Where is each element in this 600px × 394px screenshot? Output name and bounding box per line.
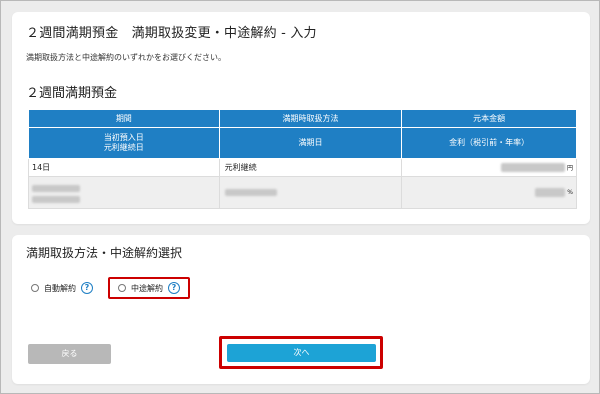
redacted-start-date (32, 184, 80, 192)
cell-maturity-date (218, 176, 403, 209)
selection-title: 満期取扱方法・中途解約選択 (26, 246, 183, 260)
highlight-box (108, 277, 190, 299)
header-deposit-date: 当初預入日 元利継続日 (28, 127, 220, 159)
highlight-box (219, 336, 383, 369)
header-maturity-date: 満期日 (218, 127, 403, 159)
redacted-rate (535, 188, 566, 197)
deposit-info-card: ２週間満期預金 満期取扱変更・中途解約 - 入力 満期取扱方法と中途解約のいずれ… (12, 12, 590, 224)
back-button[interactable]: 戻る (28, 344, 111, 364)
table-row: % (28, 176, 577, 209)
deposit-table: 期間 満期時取扱方法 元本金額 当初預入日 元利継続日 満期日 金利（税引前・年… (28, 109, 577, 209)
page-title: ２週間満期預金 満期取扱変更・中途解約 - 入力 (26, 26, 317, 41)
percent-unit: % (567, 189, 573, 196)
cell-method: 元利継続 (218, 158, 403, 177)
header-interest-rate: 金利（税引前・年率） (401, 127, 577, 159)
help-icon[interactable]: ? (81, 282, 93, 294)
radio-button[interactable] (31, 284, 39, 292)
cell-period: 14日 (28, 158, 220, 177)
radio-label: 自動解約 (44, 283, 76, 293)
redacted-renewal-date (32, 195, 80, 203)
radio-auto-cancel[interactable]: 自動解約 ? (31, 282, 93, 294)
selection-card: 満期取扱方法・中途解約選択 自動解約 ? 中途解約 ? 戻る 次へ (12, 235, 590, 384)
instruction-text: 満期取扱方法と中途解約のいずれかをお選びください。 (26, 53, 226, 62)
cell-dates (28, 176, 220, 209)
redacted-amount (500, 163, 565, 172)
cell-principal: 円 (401, 158, 577, 177)
section-title: ２週間満期預金 (26, 86, 118, 101)
header-period: 期間 (28, 109, 220, 128)
yen-unit: 円 (566, 165, 573, 172)
table-row: 14日 元利継続 円 (28, 158, 577, 177)
header-principal: 元本金額 (401, 109, 577, 128)
header-maturity-method: 満期時取扱方法 (218, 109, 403, 128)
cell-interest-rate: % (401, 176, 577, 209)
redacted-maturity-date (224, 189, 277, 196)
